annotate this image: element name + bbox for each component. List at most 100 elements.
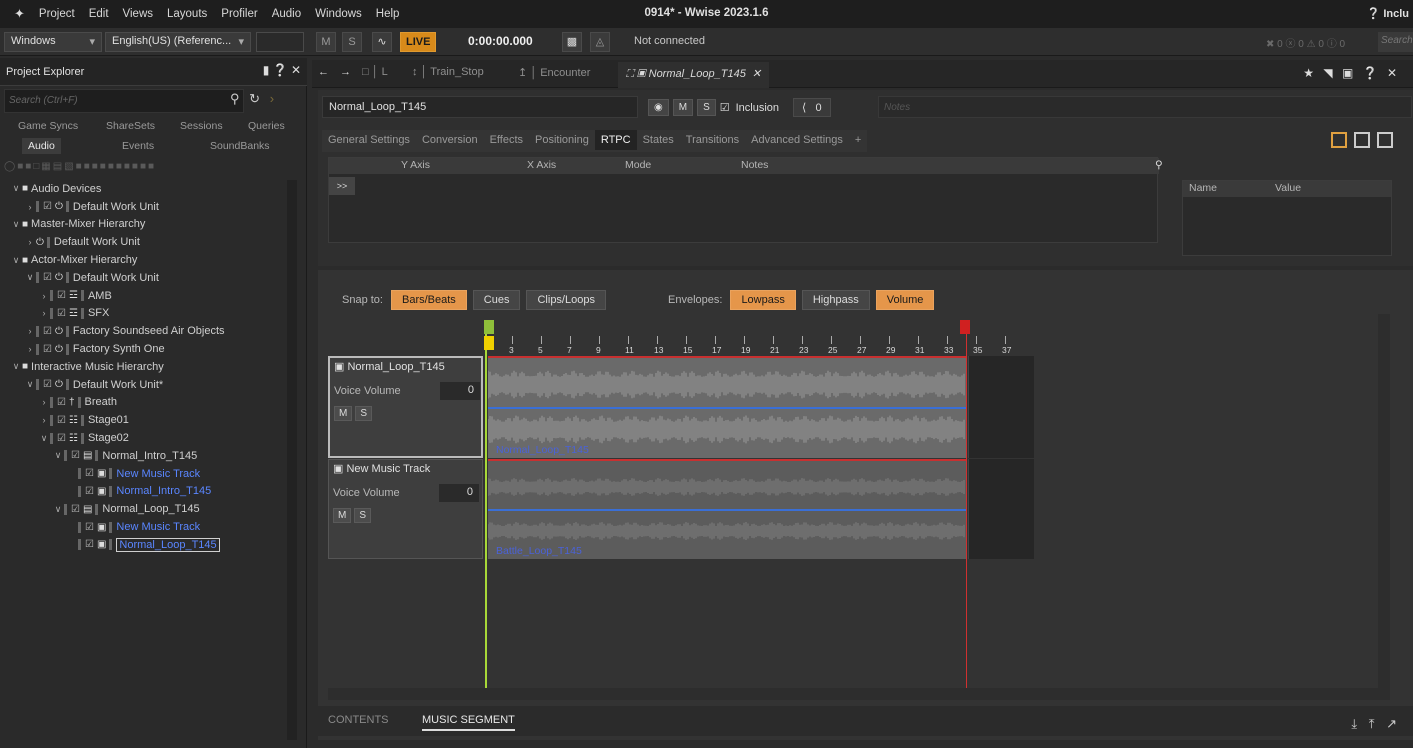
layout-split-icon[interactable] [1353,132,1370,148]
tree-item[interactable]: ☑ ▣ Normal_Intro_T145 [0,483,290,501]
expand-arrow-icon[interactable]: ∨ [24,272,36,283]
close-icon[interactable]: ✕ [1387,66,1397,80]
tree-item[interactable]: ∨ ■ Audio Devices [0,180,290,198]
help-menu-right[interactable]: ❔ Inclu [1367,7,1409,20]
expand-arrow-icon[interactable]: ∨ [10,183,22,194]
checkbox-icon[interactable]: ☑ [43,272,52,283]
exit-cue-marker[interactable] [960,320,970,334]
live-button[interactable]: LIVE [400,32,437,52]
clip-lane[interactable]: Normal_Loop_T145 [488,356,966,458]
menu-item-edit[interactable]: Edit [89,8,109,20]
expand-arrow-icon[interactable]: ∨ [52,504,64,515]
checkbox-icon[interactable]: ☑ [85,468,94,479]
expand-arrow-icon[interactable]: › [24,202,36,212]
global-search-input[interactable]: Search [1378,32,1413,52]
tab-advanced-settings[interactable]: Advanced Settings [745,130,849,150]
volume-field[interactable]: ⟨ 0 [793,98,831,117]
tab-game-syncs[interactable]: Game Syncs [18,120,78,132]
tree-item[interactable]: › ⏻ Default Work Unit [0,233,290,251]
segment-vertical-scrollbar[interactable] [1378,314,1390,700]
tab-audio[interactable]: Audio [22,138,61,154]
tab-conversion[interactable]: Conversion [416,130,484,150]
log-status-counts[interactable]: ✖ 0 ⓧ 0 ⚠ 0 ⓘ 0 [1266,35,1345,50]
help-icon[interactable]: ❔ [273,63,288,77]
tab-rtpc[interactable]: RTPC [594,130,637,150]
tree-item[interactable]: ∨ ■ Master-Mixer Hierarchy [0,216,290,234]
download-icon[interactable]: ⤓ [1351,716,1357,731]
help-icon[interactable]: ❔ [1363,66,1378,80]
expand-arrow-icon[interactable]: ∨ [10,255,22,266]
menu-item-views[interactable]: Views [123,8,153,20]
expand-arrow-icon[interactable]: › [38,308,50,318]
clips-loops-button[interactable]: Clips/Loops [526,290,606,310]
bars-beats-button[interactable]: Bars/Beats [390,290,467,310]
color-palette-icon[interactable]: ◉ [648,99,669,116]
tab-queries[interactable]: Queries [248,120,285,132]
cues-button[interactable]: Cues [472,290,521,310]
tree-item[interactable]: › ☑ † Breath [0,394,290,412]
editor-tab-normal-loop-t145[interactable]: ⛶ ▣ Normal_Loop_T145 ✕ [618,62,770,88]
exit-cue-line[interactable] [966,332,967,688]
layout-single-icon[interactable] [1330,132,1347,148]
popout-icon[interactable]: ↗ [1386,716,1397,731]
refresh-icon[interactable]: ↻ [249,91,260,106]
solo-button[interactable]: S [355,406,373,421]
search-icon[interactable]: ⚲ [230,91,240,106]
lowpass-button[interactable]: Lowpass [730,290,796,310]
capture-icon[interactable]: ▩ [562,32,582,52]
tab-music-segment[interactable]: MUSIC SEGMENT [422,714,515,731]
checkbox-icon[interactable]: ☑ [85,486,94,497]
expand-arrow-icon[interactable]: › [38,291,50,301]
inclusion-checkbox[interactable]: ☑ [720,101,730,114]
rtpc-col-mode[interactable]: Mode [625,159,651,171]
rtpc-col-notes[interactable]: Notes [741,159,768,171]
editor-tab-encounter[interactable]: ↥ │ Encounter [518,66,590,79]
checkbox-icon[interactable]: ☑ [71,504,80,515]
checkbox-icon[interactable]: ☑ [85,522,94,533]
notes-field[interactable]: Notes [878,96,1412,118]
tab-contents[interactable]: CONTENTS [328,714,389,726]
expand-arrow-icon[interactable]: › [24,326,36,336]
tab-sessions[interactable]: Sessions [180,120,223,132]
tree-item[interactable]: ☑ ▣ Normal_Loop_T145 [0,536,290,554]
mute-button[interactable]: M [334,406,353,421]
tree-item[interactable]: › ☑ ☲ SFX [0,305,290,323]
checkbox-icon[interactable]: ☑ [43,344,52,355]
tab-events[interactable]: Events [122,140,154,152]
play-marker[interactable] [484,336,494,350]
highpass-button[interactable]: Highpass [801,290,870,310]
solo-button[interactable]: S [697,99,716,116]
layout-stack-icon[interactable] [1377,132,1393,148]
lowpass-envelope[interactable] [488,459,966,461]
expand-arrow-icon[interactable]: ∨ [10,219,22,230]
tab-add[interactable]: + [849,130,867,150]
playhead-cursor[interactable] [485,332,487,688]
solo-button[interactable]: S [354,508,372,523]
tree-item[interactable]: ∨ ☑ ▤ Normal_Intro_T145 [0,447,290,465]
tree-item[interactable]: ∨ ☑ ⏻ Default Work Unit* [0,376,290,394]
wwise-logo-icon[interactable]: ✦ [14,6,25,22]
folder-icon[interactable]: ◥ [1323,66,1332,80]
track-header[interactable]: ▣ New Music Track Voice Volume 0 MS [328,459,483,559]
language-dropdown[interactable]: English(US) (Referenc... ▾ [105,32,251,52]
checkbox-icon[interactable]: ☑ [43,379,52,390]
volume-envelope[interactable] [488,407,966,409]
tab-effects[interactable]: Effects [484,130,529,150]
volume-button[interactable]: Volume [875,290,935,310]
tree-item[interactable]: ☑ ▣ New Music Track [0,518,290,536]
tree-item[interactable]: ∨ ☑ ▤ Normal_Loop_T145 [0,500,290,518]
clip-lane[interactable]: Battle_Loop_T145 [488,459,966,559]
menu-item-windows[interactable]: Windows [315,8,362,20]
checkbox-icon[interactable]: ☑ [57,290,66,301]
expand-arrow-icon[interactable]: ∨ [52,450,64,461]
close-icon[interactable]: ✕ [291,63,301,77]
star-icon[interactable]: ★ [1303,66,1314,80]
volume-envelope[interactable] [488,509,966,511]
tree-item[interactable]: ∨ ☑ ☷ Stage02 [0,429,290,447]
tab-states[interactable]: States [637,130,680,150]
back-icon[interactable]: ← [318,66,329,78]
object-name-field[interactable]: Normal_Loop_T145 [322,96,638,118]
rtpc-expand-button[interactable]: >> [329,177,355,195]
expand-arrow-icon[interactable]: › [24,344,36,354]
tree-item[interactable]: ∨ ■ Actor-Mixer Hierarchy [0,251,290,269]
